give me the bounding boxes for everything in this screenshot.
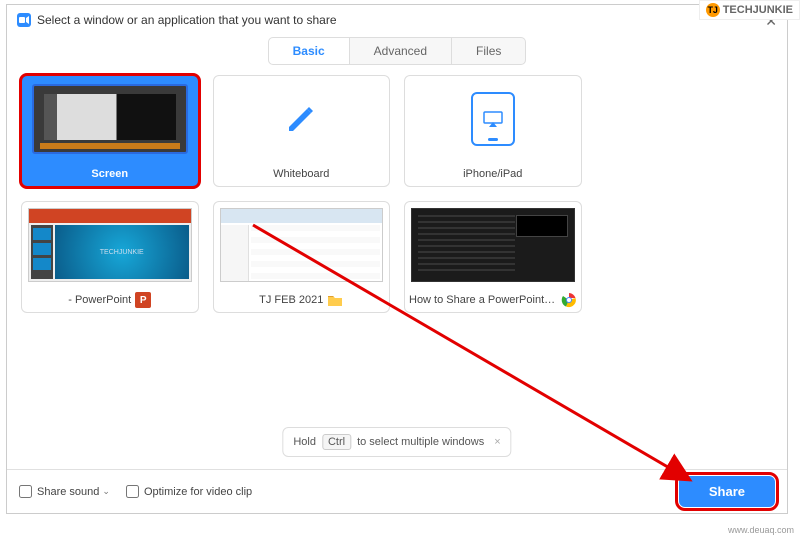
hint-prefix: Hold xyxy=(293,436,316,448)
grid-empty-cell xyxy=(596,75,774,187)
powerpoint-window-preview: TECHJUNKIE xyxy=(28,208,192,282)
folder-icon xyxy=(327,292,343,308)
dialog-footer: Share sound ⌄ Optimize for video clip Sh… xyxy=(7,469,787,513)
optimize-video-label: Optimize for video clip xyxy=(144,486,252,498)
tile-explorer-label: TJ FEB 2021 xyxy=(259,294,323,306)
tile-iphone-label: iPhone/iPad xyxy=(405,162,581,186)
pencil-icon xyxy=(279,97,323,141)
tile-screen[interactable]: Screen xyxy=(21,75,199,187)
share-button[interactable]: Share xyxy=(679,476,775,507)
tile-powerpoint-label-row: - PowerPoint P xyxy=(22,288,198,312)
tile-powerpoint[interactable]: TECHJUNKIE - PowerPoint P xyxy=(21,201,199,313)
tile-whiteboard-label: Whiteboard xyxy=(214,162,390,186)
hint-suffix: to select multiple windows xyxy=(357,436,484,448)
hint-close-icon[interactable]: × xyxy=(494,436,500,448)
grid-empty-cell-2 xyxy=(596,201,774,313)
tile-chrome-label: How to Share a PowerPoint Prese... xyxy=(409,294,557,306)
explorer-window-preview xyxy=(220,208,384,282)
optimize-video-input[interactable] xyxy=(126,485,139,498)
tile-explorer-label-row: TJ FEB 2021 xyxy=(214,288,390,312)
chrome-app-icon xyxy=(561,292,577,308)
airplay-device-icon xyxy=(471,92,515,146)
dialog-header: Select a window or an application that y… xyxy=(7,5,787,31)
tile-powerpoint-thumbnail: TECHJUNKIE xyxy=(22,202,198,288)
hint-key: Ctrl xyxy=(322,434,351,450)
optimize-video-checkbox[interactable]: Optimize for video clip xyxy=(126,485,252,498)
techjunkie-watermark: TJ TECHJUNKIE xyxy=(699,0,800,20)
tile-iphone-ipad[interactable]: iPhone/iPad xyxy=(404,75,582,187)
share-sound-chevron-icon[interactable]: ⌄ xyxy=(102,486,110,497)
source-url-watermark: www.deuaq.com xyxy=(728,525,794,535)
zoom-app-icon xyxy=(17,13,31,27)
techjunkie-logo-icon: TJ xyxy=(706,3,720,17)
share-tabs: Basic Advanced Files xyxy=(7,37,787,65)
desktop-preview-icon xyxy=(32,84,188,154)
tile-screen-thumbnail xyxy=(22,76,198,162)
dialog-title: Select a window or an application that y… xyxy=(37,13,337,27)
tile-chrome-label-row: How to Share a PowerPoint Prese... xyxy=(405,288,581,312)
tab-basic[interactable]: Basic xyxy=(268,37,350,65)
tab-advanced[interactable]: Advanced xyxy=(350,37,452,65)
tile-file-explorer[interactable]: TJ FEB 2021 xyxy=(213,201,391,313)
share-dialog: Select a window or an application that y… xyxy=(6,4,788,514)
techjunkie-brand-text: TECHJUNKIE xyxy=(723,4,793,16)
multi-select-hint: Hold Ctrl to select multiple windows × xyxy=(282,427,511,457)
tile-chrome[interactable]: How to Share a PowerPoint Prese... xyxy=(404,201,582,313)
chrome-window-preview xyxy=(411,208,575,282)
tab-files[interactable]: Files xyxy=(452,37,526,65)
share-sources-grid: Screen Whiteboard iPhone/iPad xyxy=(7,75,787,313)
tile-iphone-thumbnail xyxy=(405,76,581,162)
tile-chrome-thumbnail xyxy=(405,202,581,288)
share-sound-input[interactable] xyxy=(19,485,32,498)
powerpoint-app-icon: P xyxy=(135,292,151,308)
tile-whiteboard-thumbnail xyxy=(214,76,390,162)
share-sound-checkbox[interactable]: Share sound ⌄ xyxy=(19,485,110,498)
tile-whiteboard[interactable]: Whiteboard xyxy=(213,75,391,187)
tile-powerpoint-label: - PowerPoint xyxy=(68,294,131,306)
tile-explorer-thumbnail xyxy=(214,202,390,288)
share-sound-label: Share sound xyxy=(37,486,99,498)
tile-screen-label: Screen xyxy=(22,162,198,186)
